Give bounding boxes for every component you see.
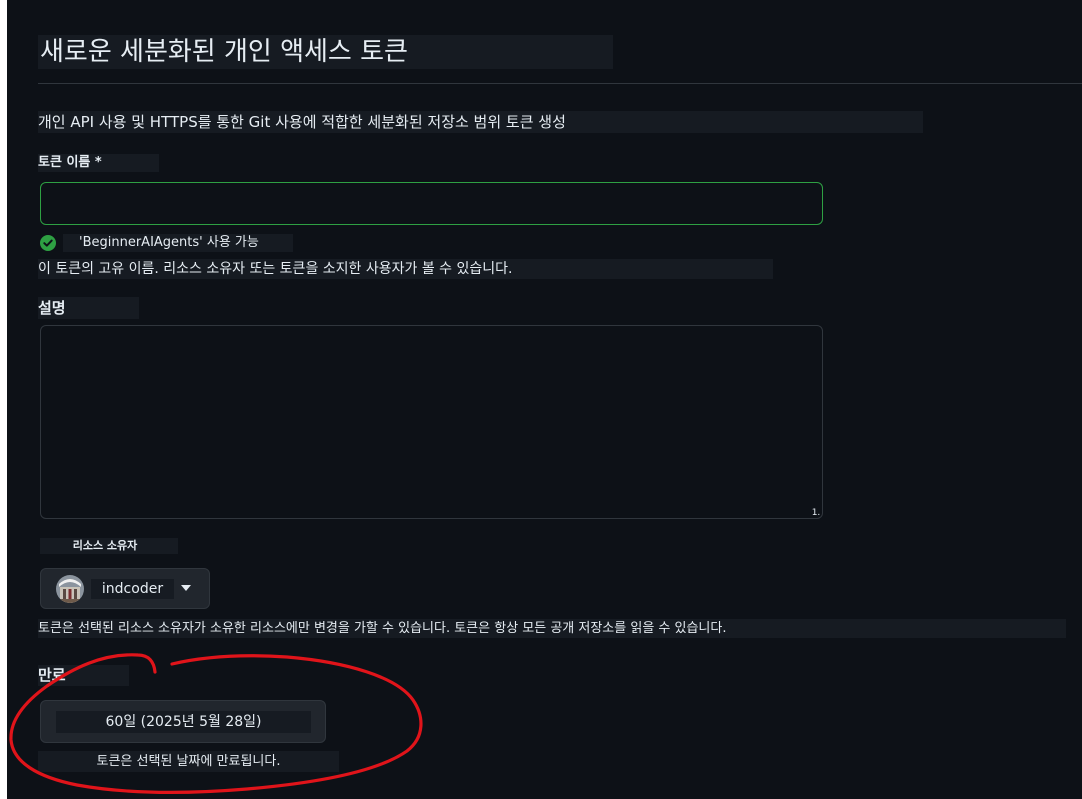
description-label: 설명	[38, 297, 139, 319]
token-name-hint: 이 토큰의 고유 이름. 리소스 소유자 또는 토큰을 소지한 사용자가 볼 수…	[38, 259, 773, 279]
caret-down-icon	[181, 585, 191, 591]
token-form-page: 새로운 세분화된 개인 액세스 토큰 개인 API 사용 및 HTTPS를 통한…	[7, 0, 1082, 799]
expiration-hint: 토큰은 선택된 날짜에 만료됩니다.	[38, 751, 339, 772]
resource-owner-name: indcoder	[91, 579, 174, 599]
token-name-label: 토큰 이름 *	[38, 154, 159, 172]
expiration-value: 60일 (2025년 5월 28일)	[56, 711, 311, 733]
resource-owner-hint: 토큰은 선택된 리소스 소유자가 소유한 리소스에만 변경을 가할 수 있습니다…	[38, 619, 1066, 638]
resource-owner-select[interactable]: indcoder	[40, 568, 210, 609]
avatar	[56, 575, 84, 603]
token-name-availability: 'BeginnerAIAgents' 사용 가능	[63, 234, 293, 252]
expiration-label: 만료	[38, 665, 129, 686]
description-textarea[interactable]	[40, 325, 823, 519]
resource-owner-label: 리소스 소유자	[40, 538, 178, 554]
check-circle-icon	[40, 235, 56, 251]
token-name-input[interactable]	[40, 182, 823, 225]
textarea-resize-handle[interactable]: 1.	[810, 507, 822, 519]
page-title: 새로운 세분화된 개인 액세스 토큰	[38, 35, 613, 69]
expiration-select[interactable]: 60일 (2025년 5월 28일)	[40, 700, 326, 743]
title-divider	[38, 83, 1082, 84]
page-subtitle: 개인 API 사용 및 HTTPS를 통한 Git 사용에 적합한 세분화된 저…	[38, 111, 923, 133]
